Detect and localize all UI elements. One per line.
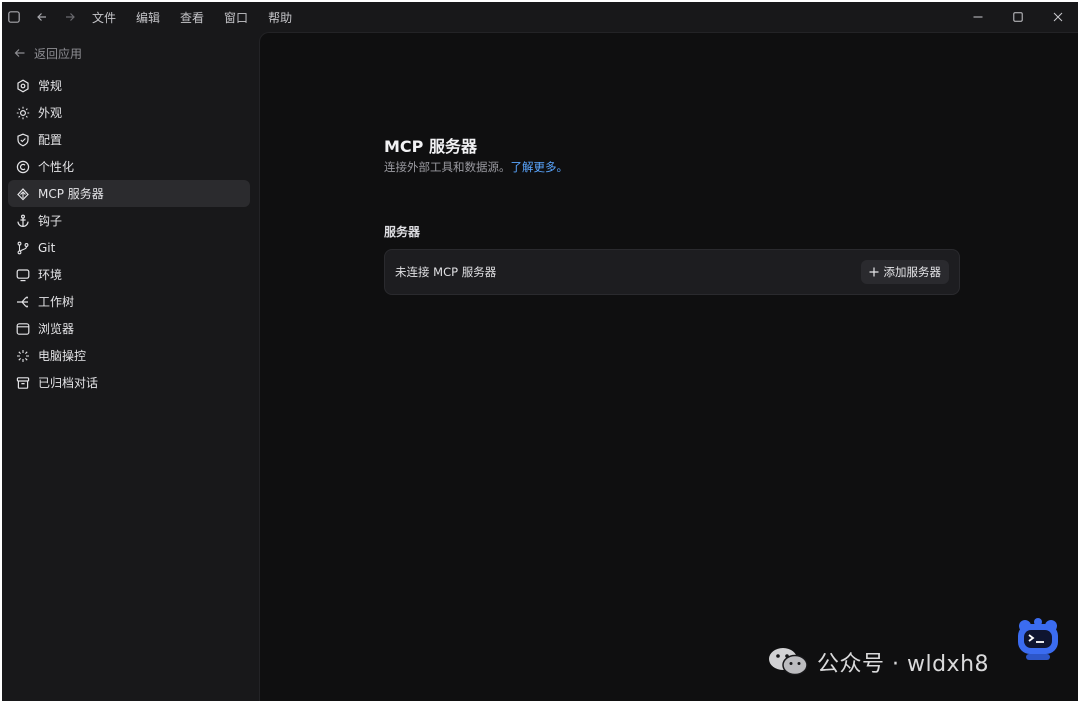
sidebar-toggle-icon[interactable] [6, 9, 22, 25]
minimize-icon [973, 16, 983, 18]
add-server-label: 添加服务器 [883, 265, 942, 279]
archive-icon [16, 376, 30, 389]
sidebar-item-mcp-servers[interactable]: MCP 服务器 [8, 180, 250, 207]
mcp-icon [17, 187, 29, 200]
sidebar-item-label: 个性化 [38, 160, 75, 174]
menu-window[interactable]: 窗口 [224, 9, 248, 26]
back-to-app-label: 返回应用 [34, 46, 83, 61]
learn-more-link[interactable]: 了解更多。 [511, 160, 569, 174]
subtitle-text: 连接外部工具和数据源。 [384, 160, 511, 174]
title-bar: 文件 编辑 查看 窗口 帮助 [2, 2, 1078, 32]
settings-sidebar: 返回应用 常规 外观 配置 个性化 MCP 服务器 钩子 Git 环境 工作树 … [2, 32, 258, 701]
sun-icon [16, 106, 30, 119]
shield-icon [17, 133, 29, 146]
browser-icon [16, 322, 30, 335]
servers-card: 未连接 MCP 服务器 添加服务器 [384, 249, 960, 295]
git-branch-icon [17, 241, 29, 254]
menu-edit[interactable]: 编辑 [136, 9, 160, 26]
sidebar-item-label: 环境 [38, 268, 63, 282]
sidebar-item-label: Git [38, 240, 56, 255]
forward-arrow-icon[interactable] [62, 9, 78, 25]
menu-bar: 文件 编辑 查看 窗口 帮助 [92, 9, 292, 26]
sidebar-item-label: 外观 [38, 106, 63, 120]
sidebar-item-label: 配置 [38, 133, 63, 147]
sidebar-item-hooks[interactable]: 钩子 [8, 207, 250, 234]
sidebar-item-environment[interactable]: 环境 [8, 261, 250, 288]
sparkle-icon [17, 349, 29, 362]
sidebar-item-browser[interactable]: 浏览器 [8, 315, 250, 342]
sidebar-item-label: 已归档对话 [38, 376, 99, 390]
sidebar-item-personalization[interactable]: 个性化 [8, 153, 250, 180]
section-label-servers: 服务器 [384, 225, 421, 239]
sidebar-item-general[interactable]: 常规 [8, 72, 250, 99]
back-arrow-icon[interactable] [34, 9, 50, 25]
monitor-icon [16, 268, 30, 281]
sidebar-item-config[interactable]: 配置 [8, 126, 250, 153]
page-title: MCP 服务器 [384, 137, 477, 156]
settings-nav: 常规 外观 配置 个性化 MCP 服务器 钩子 Git 环境 工作树 浏览器 电… [8, 72, 250, 396]
settings-icon [17, 79, 29, 92]
wechat-icon [769, 648, 808, 676]
back-arrow-icon [14, 49, 25, 57]
sidebar-item-label: 工作树 [38, 295, 75, 309]
settings-main-panel: MCP 服务器 连接外部工具和数据源。了解更多。 服务器 未连接 MCP 服务器… [259, 32, 1078, 701]
sidebar-item-git[interactable]: Git [8, 234, 250, 261]
menu-file[interactable]: 文件 [92, 9, 116, 26]
anchor-icon [17, 214, 29, 227]
menu-view[interactable]: 查看 [180, 9, 204, 26]
sidebar-item-label: 浏览器 [38, 322, 75, 336]
sidebar-item-archived-chats[interactable]: 已归档对话 [8, 369, 250, 396]
app-window: 文件 编辑 查看 窗口 帮助 返回应用 常规 外观 配置 个性化 MCP 服务器… [2, 2, 1078, 701]
sidebar-item-label: MCP 服务器 [38, 187, 104, 201]
personalize-icon [16, 160, 30, 173]
sidebar-item-computer-control[interactable]: 电脑操控 [8, 342, 250, 369]
sidebar-item-label: 电脑操控 [38, 349, 87, 363]
back-to-app-link[interactable]: 返回应用 [14, 44, 82, 62]
page-subtitle: 连接外部工具和数据源。了解更多。 [384, 159, 568, 175]
sidebar-item-appearance[interactable]: 外观 [8, 99, 250, 126]
worktree-icon [17, 296, 28, 307]
menu-help[interactable]: 帮助 [268, 9, 292, 26]
sidebar-item-worktree[interactable]: 工作树 [8, 288, 250, 315]
minimize-button[interactable] [958, 2, 998, 32]
mascot-icon [1018, 618, 1058, 660]
close-button[interactable] [1038, 2, 1078, 32]
plus-icon [869, 267, 878, 277]
maximize-button[interactable] [998, 2, 1038, 32]
close-icon [1053, 12, 1063, 22]
empty-state-text: 未连接 MCP 服务器 [395, 265, 497, 279]
sidebar-item-label: 钩子 [38, 214, 63, 228]
maximize-icon [1013, 12, 1023, 22]
sidebar-item-label: 常规 [38, 79, 63, 93]
add-server-button[interactable]: 添加服务器 [860, 260, 949, 284]
watermark-text: 公众号 · wldxh8 [817, 652, 990, 677]
watermark: 公众号 · wldxh8 [767, 642, 989, 682]
